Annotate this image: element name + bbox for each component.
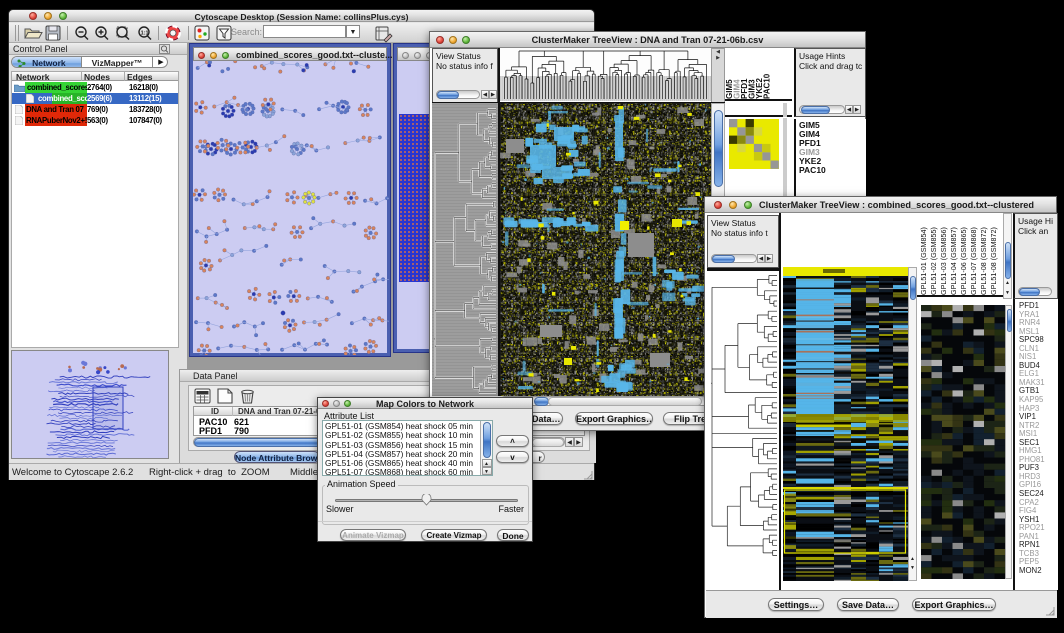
svg-text:GPL51-08 (GSM872): GPL51-08 (GSM872) bbox=[979, 227, 988, 295]
svg-text:GPL51-06 (GSM865): GPL51-06 (GSM865) bbox=[959, 227, 968, 295]
svg-text:PAC10: PAC10 bbox=[763, 73, 772, 99]
svg-text:GPL51-02 (GSM855): GPL51-02 (GSM855) bbox=[929, 227, 938, 295]
svg-text:GPL51-01 (GSM854): GPL51-01 (GSM854) bbox=[919, 227, 928, 295]
svg-text:1:1: 1:1 bbox=[141, 31, 149, 37]
svg-text:GPL51-04 (GSM857): GPL51-04 (GSM857) bbox=[949, 227, 958, 295]
svg-text:GPL51-08 (GSM872): GPL51-08 (GSM872) bbox=[989, 227, 998, 295]
svg-text:GPL51-03 (GSM856): GPL51-03 (GSM856) bbox=[939, 227, 948, 295]
svg-text:GPL51-07 (GSM868): GPL51-07 (GSM868) bbox=[969, 227, 978, 295]
